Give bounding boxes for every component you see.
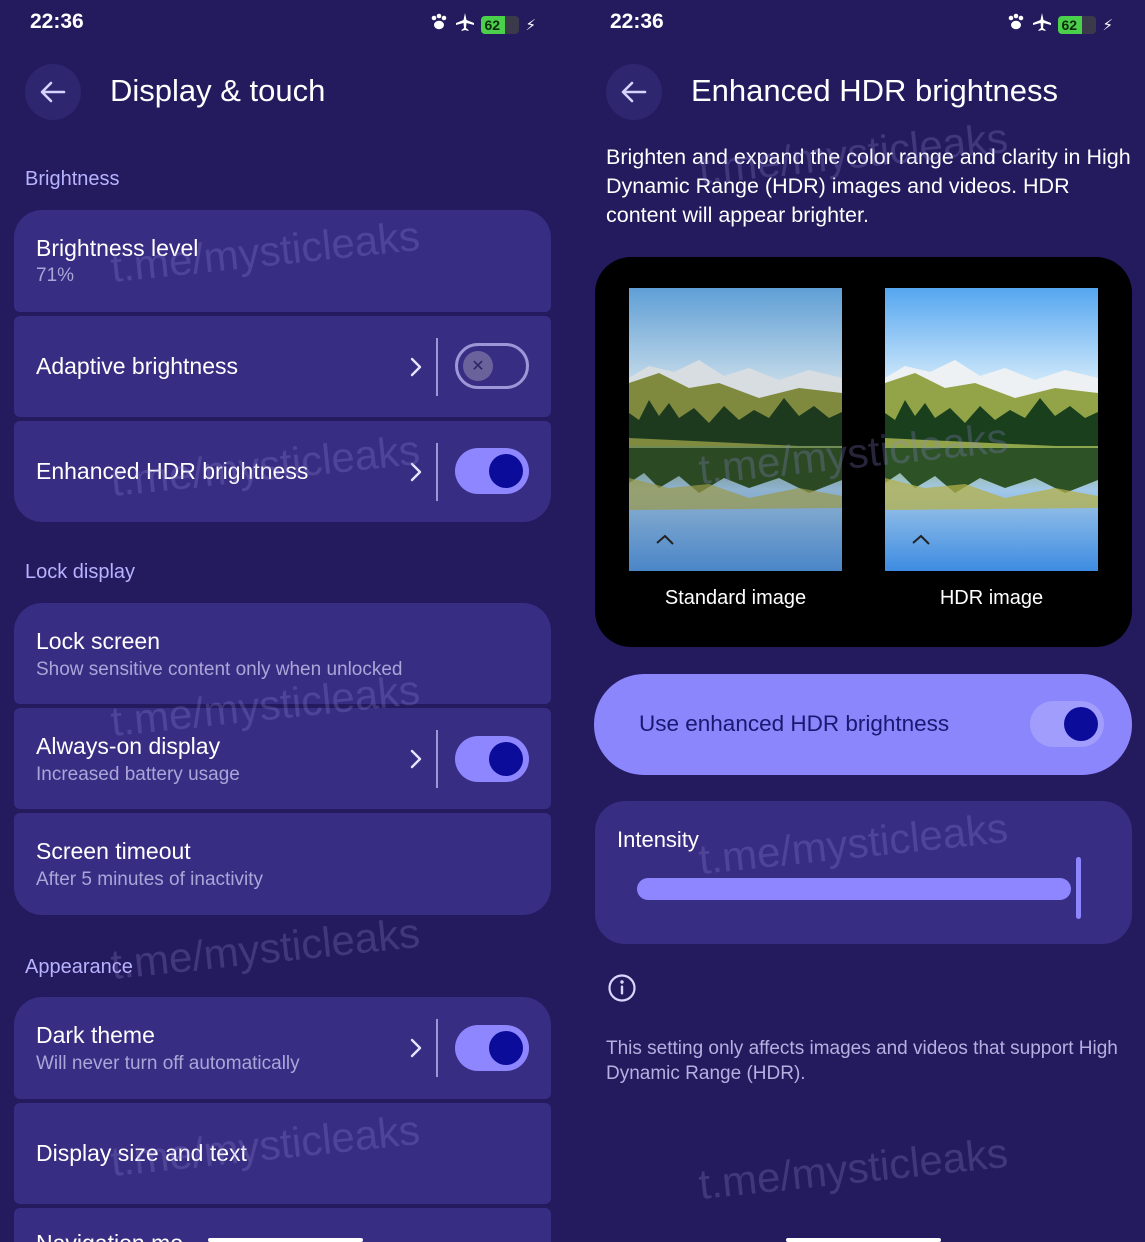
home-indicator[interactable] — [208, 1238, 363, 1242]
chevron-right-icon — [410, 357, 422, 377]
status-time: 22:36 — [30, 10, 84, 33]
section-brightness: Brightness — [25, 168, 120, 190]
use-hdr-toggle-row[interactable]: Use enhanced HDR brightness — [594, 674, 1132, 775]
toggle-knob — [489, 1031, 523, 1065]
status-bar: 22:36 62 ⚡ — [578, 8, 1145, 38]
charging-bolt-icon: ⚡ — [1102, 16, 1113, 34]
item-title: Brightness level — [36, 235, 199, 261]
dark-theme-item[interactable]: Dark theme Will never turn off automatic… — [14, 997, 551, 1099]
divider — [436, 338, 438, 396]
adaptive-brightness-item[interactable]: Adaptive brightness ✕ — [14, 316, 551, 417]
divider — [436, 1019, 438, 1077]
screen-timeout-item[interactable]: Screen timeout After 5 minutes of inacti… — [14, 813, 551, 915]
status-bar: 22:36 62 ⚡ — [0, 8, 568, 38]
item-title: Adaptive brightness — [36, 353, 239, 379]
airplane-icon — [1032, 12, 1052, 37]
battery-icon: 62 — [481, 15, 520, 34]
arrow-left-icon — [621, 81, 647, 103]
item-title: Navigation mo — [36, 1230, 183, 1242]
item-subtitle: Increased battery usage — [36, 764, 240, 785]
back-button[interactable] — [606, 64, 662, 120]
battery-icon: 62 — [1058, 15, 1097, 34]
arrow-left-icon — [40, 81, 66, 103]
toggle-knob — [489, 454, 523, 488]
enhanced-hdr-toggle[interactable] — [455, 448, 529, 494]
toggle-knob — [1064, 707, 1098, 741]
display-touch-screen: 22:36 62 ⚡ Display & touch Brightness Br… — [0, 0, 568, 1242]
display-size-item[interactable]: Display size and text — [14, 1103, 551, 1204]
close-icon: ✕ — [463, 351, 493, 381]
item-subtitle: Show sensitive content only when unlocke… — [36, 659, 403, 680]
enhanced-hdr-item[interactable]: Enhanced HDR brightness — [14, 421, 551, 522]
item-subtitle: 71% — [36, 265, 75, 286]
back-button[interactable] — [25, 64, 81, 120]
always-on-display-item[interactable]: Always-on display Increased battery usag… — [14, 708, 551, 809]
item-title: Always-on display — [36, 733, 221, 759]
hdr-image — [885, 288, 1098, 571]
intensity-slider-track[interactable] — [637, 878, 1071, 900]
section-appearance: Appearance — [25, 956, 133, 978]
adaptive-brightness-toggle[interactable]: ✕ — [455, 343, 529, 389]
intensity-slider-handle[interactable] — [1076, 857, 1081, 919]
battery-level: 62 — [1061, 16, 1078, 33]
paw-icon — [429, 13, 449, 36]
chevron-right-icon — [410, 462, 422, 482]
battery-level: 62 — [484, 16, 501, 33]
footer-note: This setting only affects images and vid… — [606, 1038, 1118, 1084]
status-time: 22:36 — [610, 10, 664, 33]
status-icons: 62 ⚡ — [429, 12, 536, 37]
home-indicator[interactable] — [786, 1238, 941, 1242]
item-subtitle: Will never turn off automatically — [36, 1053, 300, 1074]
lock-screen-item[interactable]: Lock screen Show sensitive content only … — [14, 603, 551, 704]
item-title: Lock screen — [36, 628, 161, 654]
item-subtitle: After 5 minutes of inactivity — [36, 869, 264, 890]
item-title: Screen timeout — [36, 838, 191, 864]
use-hdr-toggle[interactable] — [1030, 701, 1104, 747]
section-lock-display: Lock display — [25, 561, 136, 583]
divider — [436, 730, 438, 788]
chevron-right-icon — [410, 749, 422, 769]
brightness-level-item[interactable]: Brightness level 71% — [14, 210, 551, 312]
divider — [436, 443, 438, 501]
dark-theme-toggle[interactable] — [455, 1025, 529, 1071]
intensity-card: Intensity — [595, 801, 1132, 944]
page-title: Enhanced HDR brightness — [691, 73, 1059, 108]
standard-image — [629, 288, 842, 571]
item-title: Display size and text — [36, 1140, 247, 1166]
paw-icon — [1006, 13, 1026, 36]
description: Brighten and expand the color range and … — [606, 145, 1131, 227]
airplane-icon — [455, 12, 475, 37]
watermark: t.me/mysticleaks — [696, 1128, 1010, 1209]
page-title: Display & touch — [110, 73, 326, 108]
status-icons: 62 ⚡ — [1006, 12, 1113, 37]
item-title: Dark theme — [36, 1022, 155, 1048]
info-icon — [608, 974, 636, 1002]
chevron-right-icon — [410, 1038, 422, 1058]
use-hdr-label: Use enhanced HDR brightness — [639, 711, 950, 736]
hdr-preview-card: Standard image HDR image — [595, 257, 1132, 647]
enhanced-hdr-screen: 22:36 62 ⚡ Enhanced HDR brightness Brigh… — [578, 0, 1145, 1242]
charging-bolt-icon: ⚡ — [525, 16, 536, 34]
watermark: t.me/mysticleaks — [108, 908, 422, 989]
navigation-mode-item[interactable]: Navigation mo — [14, 1208, 551, 1242]
always-on-display-toggle[interactable] — [455, 736, 529, 782]
item-title: Enhanced HDR brightness — [36, 458, 309, 484]
intensity-label: Intensity — [617, 827, 699, 852]
hdr-image-caption: HDR image — [939, 587, 1044, 609]
toggle-knob — [489, 742, 523, 776]
standard-image-caption: Standard image — [664, 587, 807, 609]
